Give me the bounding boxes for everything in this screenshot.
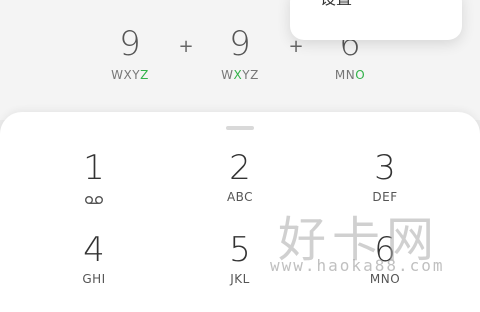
expression-letters: WXYZ	[111, 68, 149, 82]
dial-key-4[interactable]: 4 GHI	[54, 230, 134, 286]
dial-pad: 1 2 ABC 3 DEF 4 GHI 5 JKL 6 MNO	[0, 112, 480, 312]
key-letters: JKL	[230, 272, 250, 286]
expression-term-2: 9 WXYZ	[200, 22, 280, 82]
key-letters: DEF	[372, 190, 398, 204]
key-digit: 6	[374, 230, 396, 270]
key-letters: GHI	[82, 272, 106, 286]
expression-letters: MNO	[334, 68, 366, 82]
dial-key-1[interactable]: 1	[54, 148, 134, 209]
dialer-expression-area: 9 WXYZ + 9 WXYZ + 6 MNO 设置	[0, 0, 480, 120]
expression-letters: WXYZ	[221, 68, 259, 82]
dial-key-5[interactable]: 5 JKL	[200, 230, 280, 286]
dial-key-2[interactable]: 2 ABC	[200, 148, 280, 204]
key-digit: 1	[83, 148, 105, 188]
dial-key-6[interactable]: 6 MNO	[345, 230, 425, 286]
key-digit: 2	[229, 148, 251, 188]
dial-key-3[interactable]: 3 DEF	[345, 148, 425, 204]
key-letters: ABC	[226, 190, 254, 204]
overflow-popup-menu: 设置	[290, 0, 462, 40]
key-digit: 5	[229, 230, 251, 270]
expression-digit: 9	[229, 24, 251, 64]
expression-term-1: 9 WXYZ	[90, 22, 170, 82]
expression-digit: 9	[119, 24, 141, 64]
voicemail-icon	[85, 190, 103, 209]
key-letters: MNO	[369, 272, 401, 286]
key-digit: 4	[83, 230, 105, 270]
key-digit: 3	[374, 148, 396, 188]
menu-item-settings[interactable]: 设置	[320, 0, 352, 10]
plus-operator: +	[178, 36, 194, 57]
drag-handle[interactable]	[226, 126, 254, 130]
